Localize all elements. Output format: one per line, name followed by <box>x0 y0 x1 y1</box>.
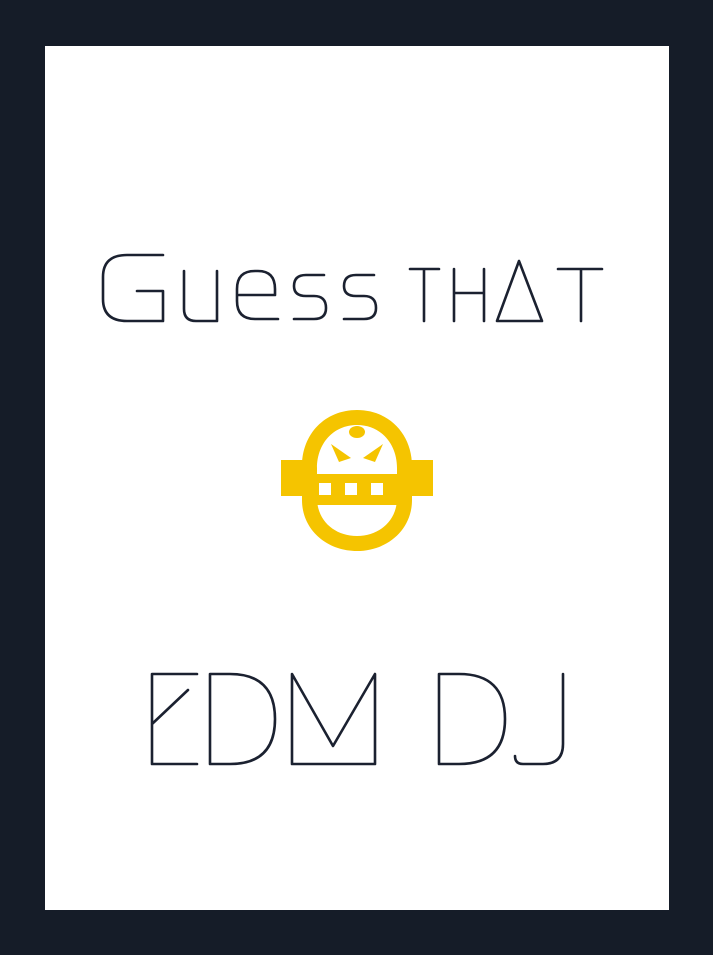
title-line-1-lettering <box>101 253 604 323</box>
poster-card: Guess that <box>45 46 669 910</box>
title-line-1: Guess that <box>45 231 669 341</box>
logo-graphic <box>281 410 433 551</box>
title-line-2-lettering <box>150 672 565 766</box>
robot-helmet-icon <box>281 408 433 553</box>
title-line-2: EDM DJ <box>45 656 669 786</box>
